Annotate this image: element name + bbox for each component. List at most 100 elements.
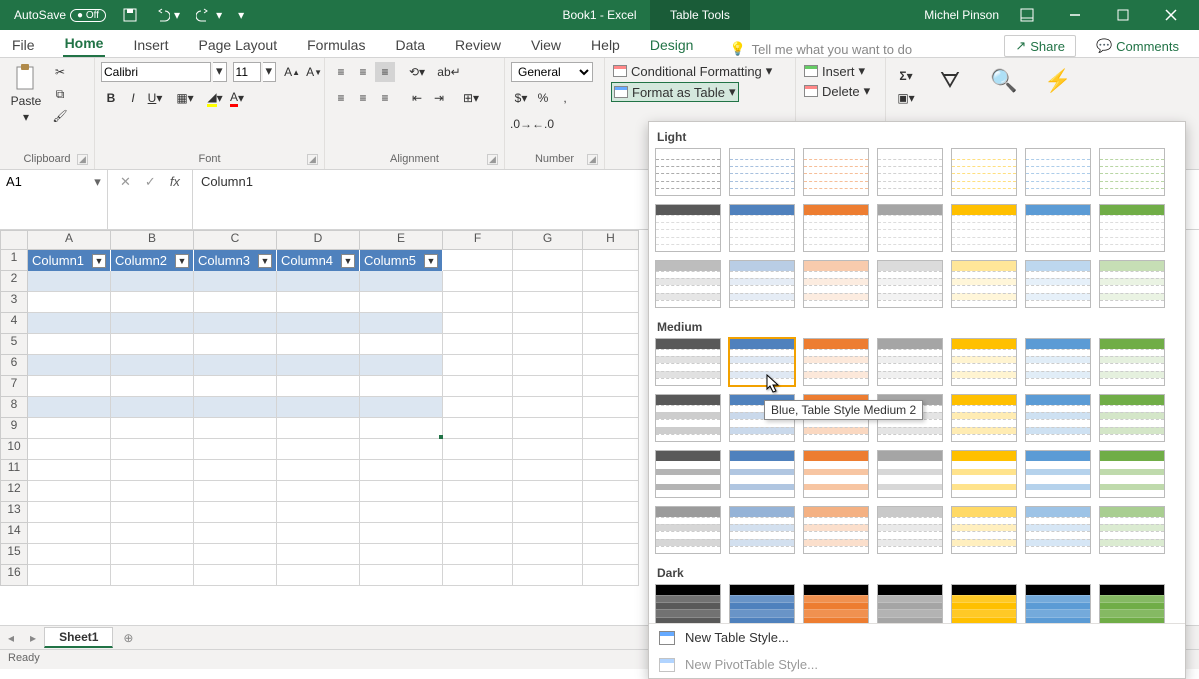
cell[interactable] xyxy=(513,418,583,439)
table-style-thumbnail[interactable] xyxy=(655,584,721,623)
ribbon-display-options[interactable] xyxy=(1007,0,1047,30)
cell[interactable] xyxy=(277,460,360,481)
autosave-toggle[interactable]: AutoSave ● Off xyxy=(8,6,112,24)
qat-customize[interactable]: ▾ xyxy=(232,6,250,24)
cell[interactable] xyxy=(583,334,639,355)
cell[interactable] xyxy=(111,334,194,355)
comma-format-button[interactable]: , xyxy=(555,88,575,108)
cell[interactable] xyxy=(111,397,194,418)
name-box-dropdown[interactable]: ▾ xyxy=(88,170,107,190)
table-style-thumbnail[interactable] xyxy=(1025,204,1091,252)
cell[interactable] xyxy=(443,418,513,439)
table-style-thumbnail[interactable] xyxy=(803,148,869,196)
table-style-thumbnail[interactable] xyxy=(729,338,795,386)
undo-button[interactable]: ▾ xyxy=(148,5,186,25)
tab-help[interactable]: Help xyxy=(589,33,622,57)
table-style-thumbnail[interactable] xyxy=(951,450,1017,498)
tab-data[interactable]: Data xyxy=(393,33,427,57)
table-style-thumbnail[interactable] xyxy=(1099,450,1165,498)
cell[interactable] xyxy=(360,481,443,502)
cell[interactable] xyxy=(194,544,277,565)
tab-home[interactable]: Home xyxy=(63,31,106,57)
cell[interactable] xyxy=(583,481,639,502)
cell[interactable] xyxy=(28,460,111,481)
redo-button[interactable]: ▾ xyxy=(190,5,228,25)
conditional-formatting-button[interactable]: Conditional Formatting ▾ xyxy=(611,62,774,80)
cell[interactable] xyxy=(194,523,277,544)
cell[interactable] xyxy=(111,544,194,565)
cell[interactable] xyxy=(443,565,513,586)
table-style-thumbnail[interactable] xyxy=(951,506,1017,554)
increase-decimal-button[interactable]: .0→ xyxy=(511,114,531,134)
cell[interactable] xyxy=(583,460,639,481)
share-button[interactable]: ↗Share xyxy=(1004,35,1076,57)
cell[interactable] xyxy=(513,460,583,481)
new-table-style-button[interactable]: New Table Style... xyxy=(649,624,1185,651)
table-style-thumbnail[interactable] xyxy=(1099,506,1165,554)
cell[interactable] xyxy=(360,418,443,439)
table-style-thumbnail[interactable] xyxy=(1025,260,1091,308)
cell[interactable] xyxy=(277,397,360,418)
borders-button[interactable]: ▦▾ xyxy=(175,88,195,108)
row-header[interactable]: 15 xyxy=(0,544,28,565)
table-style-thumbnail[interactable] xyxy=(1099,148,1165,196)
table-style-thumbnail[interactable] xyxy=(729,148,795,196)
cell[interactable] xyxy=(360,355,443,376)
cell[interactable] xyxy=(513,544,583,565)
cell[interactable] xyxy=(28,523,111,544)
column-header[interactable]: B xyxy=(111,230,194,250)
cell[interactable] xyxy=(111,460,194,481)
table-style-thumbnail[interactable] xyxy=(1025,506,1091,554)
table-style-thumbnail[interactable] xyxy=(1025,584,1091,623)
row-header[interactable]: 8 xyxy=(0,397,28,418)
cell[interactable] xyxy=(28,418,111,439)
cell[interactable] xyxy=(513,376,583,397)
table-style-thumbnail[interactable] xyxy=(803,338,869,386)
cell[interactable] xyxy=(583,565,639,586)
table-style-thumbnail[interactable] xyxy=(1099,394,1165,442)
bold-button[interactable]: B xyxy=(101,88,121,108)
cell[interactable] xyxy=(513,355,583,376)
cell[interactable] xyxy=(194,418,277,439)
table-style-thumbnail[interactable] xyxy=(1099,584,1165,623)
tab-insert[interactable]: Insert xyxy=(131,33,170,57)
row-header[interactable]: 5 xyxy=(0,334,28,355)
cell[interactable] xyxy=(277,502,360,523)
tab-review[interactable]: Review xyxy=(453,33,503,57)
cell[interactable]: Column1▼ xyxy=(28,250,111,271)
cell[interactable] xyxy=(28,397,111,418)
cell[interactable] xyxy=(28,271,111,292)
cell[interactable] xyxy=(443,355,513,376)
cell[interactable] xyxy=(111,376,194,397)
comments-button[interactable]: 💬Comments xyxy=(1086,35,1189,57)
table-style-thumbnail[interactable] xyxy=(729,506,795,554)
cell[interactable] xyxy=(28,355,111,376)
cell[interactable] xyxy=(194,502,277,523)
cell[interactable] xyxy=(28,439,111,460)
autosum-button[interactable]: Σ▾ xyxy=(896,66,916,86)
close-button[interactable] xyxy=(1151,0,1191,30)
cell[interactable] xyxy=(443,313,513,334)
table-style-thumbnail[interactable] xyxy=(655,148,721,196)
cell[interactable] xyxy=(443,376,513,397)
cell[interactable] xyxy=(194,397,277,418)
table-style-thumbnail[interactable] xyxy=(803,204,869,252)
align-top-button[interactable]: ≡ xyxy=(331,62,351,82)
cell[interactable] xyxy=(28,334,111,355)
cell[interactable] xyxy=(513,250,583,271)
table-style-thumbnail[interactable] xyxy=(729,260,795,308)
number-dialog-launcher[interactable]: ◢ xyxy=(587,154,598,165)
number-format-combo[interactable]: General xyxy=(511,62,593,82)
cell[interactable] xyxy=(443,292,513,313)
table-style-thumbnail[interactable] xyxy=(655,450,721,498)
cell[interactable] xyxy=(277,481,360,502)
cell[interactable] xyxy=(360,460,443,481)
delete-cells-button[interactable]: Delete ▾ xyxy=(802,82,872,100)
cut-button[interactable]: ✂ xyxy=(50,62,70,82)
column-header[interactable]: C xyxy=(194,230,277,250)
cell[interactable] xyxy=(583,502,639,523)
cell[interactable] xyxy=(513,313,583,334)
cell[interactable] xyxy=(443,460,513,481)
cell[interactable] xyxy=(513,523,583,544)
align-bottom-button[interactable]: ≡ xyxy=(375,62,395,82)
